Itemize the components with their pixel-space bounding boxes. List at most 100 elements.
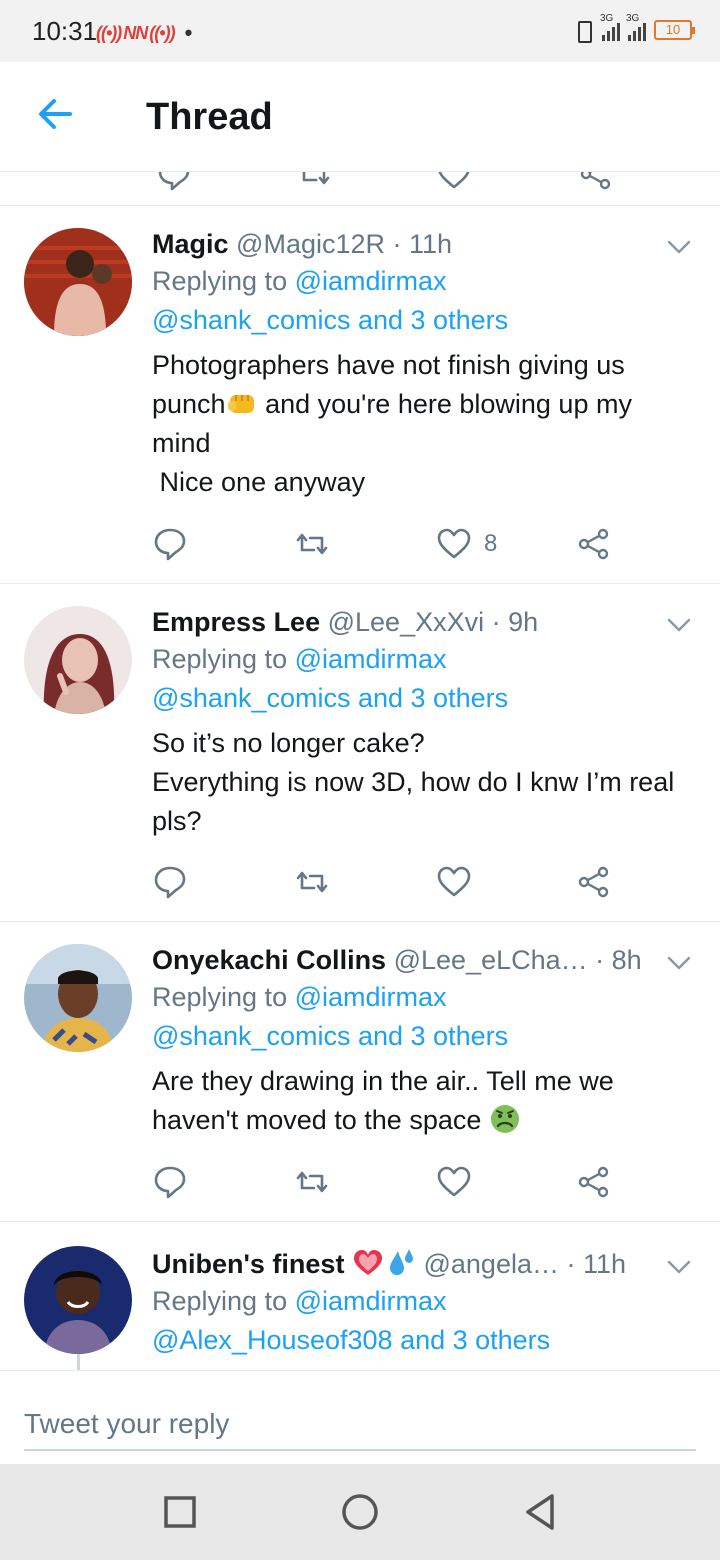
retweet-button[interactable] [294,524,330,564]
user-name[interactable]: Uniben's finest [152,1249,344,1279]
retweet-icon [296,1171,328,1193]
reply-others-link[interactable]: @shank_comics and 3 others [152,305,508,335]
reply-icon [154,528,186,561]
replying-to: Replying to @iamdirmax [152,644,447,674]
retweet-icon[interactable] [296,172,332,192]
tweet-header: Uniben's finest @angela… · 11h [152,1246,690,1282]
tweet-actions: 8 [152,524,632,564]
system-nav-bar [0,1464,720,1560]
previous-tweet-actions [0,172,720,206]
tweet-card[interactable]: Empress Lee @Lee_XxXvi · 9h Replying to … [0,584,720,922]
network-badge: NN [123,22,148,43]
reply-others-link[interactable]: @Alex_Houseof308 and 3 others [152,1325,550,1355]
status-left-icons: ((•)) NN ((•)) • [96,20,193,46]
signal-icon-2: 3G [626,13,646,41]
reply-mention-link[interactable]: @iamdirmax [295,1286,447,1316]
heart-icon[interactable] [436,172,472,192]
reply-button[interactable] [152,524,188,564]
avatar[interactable] [24,228,132,336]
reply-icon[interactable] [156,172,192,192]
tweet-header: Empress Lee @Lee_XxXvi · 9h [152,604,690,640]
retweet-button[interactable] [294,1162,330,1202]
back-nav-button[interactable] [518,1490,562,1534]
reply-mention-link[interactable]: @iamdirmax [295,982,447,1012]
arrow-left-icon [39,99,72,129]
oncoming-fist-icon [227,395,254,413]
share-icon [578,528,609,560]
like-count: 8 [484,530,498,557]
share-icon [578,866,609,898]
share-button[interactable] [576,524,612,564]
tweet-card[interactable]: Magic @Magic12R · 11h Replying to @iamdi… [0,206,720,584]
reply-icon [154,1166,186,1199]
vibrate-icon [572,18,594,43]
user-name[interactable]: Magic [152,229,229,259]
retweet-button[interactable] [294,862,330,902]
tweet-actions [152,1162,632,1202]
share-icon[interactable] [578,172,614,192]
triangle-back-icon [526,1494,554,1530]
status-right: 3G 3G 10 [572,13,695,43]
tweet-card[interactable]: Onyekachi Collins @Lee_eLCha… · 8h Reply… [0,922,720,1222]
notification-dot-icon: • [184,20,193,45]
square-icon [164,1496,196,1528]
circle-icon [342,1494,378,1530]
like-button[interactable] [436,862,484,902]
signal-icon-1: 3G [600,13,620,41]
user-handle[interactable]: @Magic12R [236,229,385,259]
reply-button[interactable] [152,1162,188,1202]
page-title: Thread [146,96,273,138]
like-button[interactable] [436,1162,484,1202]
user-handle[interactable]: @Lee_eLCha… [394,945,588,975]
tweet-header: Magic @Magic12R · 11h [152,226,690,262]
thread-connector [77,1354,80,1370]
user-name[interactable]: Onyekachi Collins [152,945,386,975]
user-handle[interactable]: @angela… [423,1249,559,1279]
replying-to: Replying to @iamdirmax [152,1286,447,1316]
share-button[interactable] [576,1162,612,1202]
recents-button[interactable] [158,1490,202,1534]
reply-mention-link[interactable]: @iamdirmax [295,644,447,674]
avatar-image [24,944,132,1052]
tweet-text: Are they drawing in the air.. Tell me we… [152,1066,622,1135]
reply-icon [154,866,186,899]
status-time: 10:31 [32,16,98,46]
user-name[interactable]: Empress Lee [152,607,320,637]
share-button[interactable] [576,862,612,902]
hotspot-icon-2: ((•)) [149,22,175,43]
battery-icon: 10 [654,20,695,40]
tweet-header: Onyekachi Collins @Lee_eLCha… · 8h [152,942,690,978]
user-handle[interactable]: @Lee_XxXvi [328,607,485,637]
heart-icon [437,528,471,559]
tweet-text: So it’s no longer cake? Everything is no… [152,728,675,836]
reply-bar [0,1370,720,1464]
avatar-image [24,228,132,336]
back-button[interactable] [34,92,78,136]
heart-icon [437,866,471,897]
chevron-down-icon[interactable] [666,950,692,976]
avatar[interactable] [24,606,132,714]
chevron-down-icon[interactable] [666,612,692,638]
replying-to: Replying to @iamdirmax [152,266,447,296]
tweet-reply-input[interactable] [24,1399,696,1451]
status-bar: 10:31 ((•)) NN ((•)) • 3G 3G 10 [0,0,720,62]
tweet-card[interactable]: Uniben's finest @angela… · 11h Replying … [0,1222,720,1370]
reply-others-link[interactable]: @shank_comics and 3 others [152,1021,508,1051]
like-button[interactable]: 8 [436,524,497,564]
reply-others-link[interactable]: @shank_comics and 3 others [152,683,508,713]
retweet-icon [296,871,328,893]
chevron-down-icon[interactable] [666,234,692,260]
heart-with-sweat-icon [353,1249,413,1275]
tweet-time: · 8h [595,945,642,975]
tweet-time: · 9h [491,607,539,637]
chevron-down-icon[interactable] [666,1254,692,1280]
avatar-image [24,1246,132,1354]
home-button[interactable] [338,1490,382,1534]
share-icon [578,1166,609,1198]
avatar[interactable] [24,1246,132,1354]
replying-to: Replying to @iamdirmax [152,982,447,1012]
avatar[interactable] [24,944,132,1052]
hotspot-icon: ((•)) [96,22,122,43]
reply-button[interactable] [152,862,188,902]
reply-mention-link[interactable]: @iamdirmax [295,266,447,296]
